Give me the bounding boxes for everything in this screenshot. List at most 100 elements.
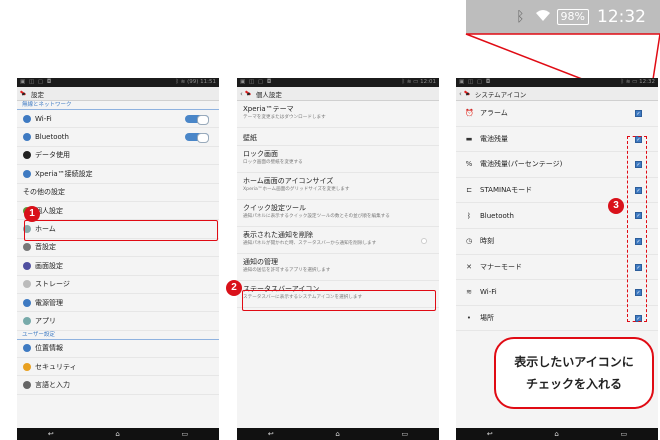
settings-item[interactable]: アプリ [17, 312, 219, 331]
item-subtitle: 通知の送信を許可するアプリを選択します [243, 268, 331, 273]
battery-icon: ▬ [465, 134, 473, 143]
step-badge-1: 1 [24, 206, 40, 222]
page-title: 個人設定 [255, 90, 282, 99]
item-title: クイック設定ツール [243, 204, 306, 212]
step-badge-2: 2 [226, 280, 242, 296]
system-icon-label: 電池残量(パーセンテージ) [480, 160, 563, 169]
personalize-item[interactable]: Xperia™テーマテーマを変更またはダウンロードします [237, 101, 439, 128]
settings-item[interactable]: データ使用 [17, 147, 219, 166]
system-icon-label: Bluetooth [480, 211, 514, 220]
callout-line-1: 表示したいアイコンに [514, 355, 634, 369]
settings-list: 無線とネットワーク Wi-Fi ON Bluetooth ON データ使用 Xperia™接… [17, 101, 219, 395]
system-icon-item[interactable]: ⏰ アラーム ✓ [456, 101, 658, 127]
data-usage-icon [23, 151, 31, 160]
recents-icon[interactable]: ▭ [621, 430, 628, 438]
bluetooth-icon [23, 133, 31, 142]
display-icon [23, 261, 31, 270]
system-icon-label: マナーモード [480, 262, 522, 271]
settings-logo-icon [245, 90, 253, 97]
settings-item[interactable]: セキュリティ [17, 358, 219, 377]
personalize-screen: ▣ ◫ ▢ ◘ ᛒ ≋ ▭ 12:01 ‹ 個人設定 Xperia™テーマ テーマ… [237, 78, 439, 440]
settings-item[interactable]: 個人設定 [17, 202, 219, 221]
settings-item-label: データ使用 [35, 151, 70, 160]
status-bar: ▣ ◫ ▢ ◘ ᛒ ≋ (99) 11:51 [17, 78, 219, 87]
highlight-statusbar-icons [242, 290, 436, 311]
highlight-checkboxes [627, 136, 647, 322]
sound-icon [23, 243, 31, 252]
item-title: 壁紙 [243, 134, 257, 142]
checkbox-checked[interactable]: ✓ [635, 110, 642, 117]
settings-logo-icon [20, 90, 28, 97]
system-icon-label: Wi-Fi [480, 288, 497, 297]
item-subtitle: テーマを変更またはダウンロードします [243, 115, 326, 120]
settings-item-label: Xperia™接続設定 [35, 169, 93, 178]
home-icon[interactable]: ⌂ [554, 430, 558, 438]
settings-item[interactable]: Bluetooth ON [17, 128, 219, 147]
settings-item-label: 音設定 [35, 243, 56, 252]
settings-item[interactable]: 電源管理 [17, 294, 219, 313]
personalize-item[interactable]: クイック設定ツール 通知パネルに表示するクイック設定ツールの数とその並び順を編集す… [237, 200, 439, 227]
step-badge-3: 3 [608, 198, 624, 214]
navigation-bar: ↩ ⌂ ▭ [456, 428, 658, 440]
toggle-switch[interactable]: ON [185, 115, 209, 125]
settings-item[interactable]: 画面設定 [17, 257, 219, 276]
back-icon[interactable]: ↩ [487, 430, 493, 438]
back-icon[interactable]: ↩ [48, 430, 54, 438]
storage-icon [23, 280, 31, 289]
item-subtitle: Xperia™ホーム画面のグリッドサイズを変更します [243, 187, 350, 192]
system-icon-label: STAMINAモード [480, 186, 533, 195]
item-title: Xperia™テーマ [243, 105, 294, 113]
recents-icon[interactable]: ▭ [182, 430, 189, 438]
stamina-icon: ⊏ [466, 186, 472, 195]
settings-item-label: Bluetooth [35, 133, 69, 142]
settings-screen: ▣ ◫ ▢ ◘ ᛒ ≋ (99) 11:51 設定 無線とネットワーク Wi-Fi… [17, 78, 219, 440]
settings-item-label: セキュリティ [35, 362, 77, 371]
action-bar: ‹ システムアイコン [456, 87, 658, 101]
section-header: 無線とネットワーク [17, 101, 219, 110]
system-icon-label: 場所 [480, 314, 494, 323]
recents-icon[interactable]: ▭ [402, 430, 409, 438]
home-icon[interactable]: ⌂ [115, 430, 119, 438]
personalize-item[interactable]: 表示された通知を削除通知パネルが開かれた時、ステータスバーから通知を削除します [237, 227, 439, 254]
page-title: 設定 [31, 90, 44, 99]
item-title: 表示された通知を削除 [243, 231, 313, 239]
callout-line-2: チェックを入れる [525, 377, 622, 391]
action-bar: 設定 [17, 87, 219, 101]
settings-item[interactable]: その他の設定 [17, 184, 219, 202]
settings-item-label: アプリ [35, 316, 56, 325]
settings-item[interactable]: ストレージ [17, 276, 219, 294]
settings-item[interactable]: 言語と入力 [17, 376, 219, 395]
back-icon[interactable]: ↩ [268, 430, 274, 438]
percent-icon: % [465, 160, 473, 169]
clock-icon: ◷ [465, 237, 473, 246]
item-title: ホーム画面のアイコンサイズ [243, 177, 334, 185]
back-arrow-icon[interactable]: ‹ [459, 90, 462, 98]
settings-item[interactable]: Xperia™接続設定 [17, 165, 219, 184]
alarm-icon: ⏰ [465, 109, 474, 118]
settings-item-label: 電源管理 [35, 298, 63, 307]
page-title: システムアイコン [474, 90, 527, 99]
tutorial-figure: ᛒ 98% 12:32 ▣ ◫ ▢ ◘ ᛒ ≋ (99) 11:51 設定 無線… [0, 0, 660, 440]
item-title: ロック画面 [243, 150, 278, 158]
personalize-list: Xperia™テーマテーマを変更またはダウンロードします 壁紙ロック画面 ロック画面… [237, 101, 439, 308]
personalize-item[interactable]: ロック画面 ロック画面の壁紙を変更する [237, 146, 439, 173]
system-icon-label: 時刻 [480, 237, 494, 246]
bluetooth-icon: ᛒ [466, 211, 472, 220]
personalize-item[interactable]: 壁紙 [237, 128, 439, 146]
option-toggle[interactable] [421, 238, 427, 244]
system-icon-label: 電池残量 [480, 134, 508, 143]
personalize-item[interactable]: ホーム画面のアイコンサイズ Xperia™ホーム画面のグリッドサイズを変更します [237, 173, 439, 200]
toggle-switch[interactable]: ON [185, 133, 209, 144]
back-arrow-icon[interactable]: ‹ [240, 90, 243, 98]
callout-bubble: 表示したいアイコンに チェックを入れる [494, 337, 654, 409]
settings-item[interactable]: Wi-Fi ON [17, 110, 219, 129]
manner-icon: ✕ [466, 262, 472, 271]
section-header: ユーザー設定 [17, 331, 219, 340]
settings-item[interactable]: 音設定 [17, 239, 219, 258]
settings-item-label: 言語と入力 [35, 381, 70, 390]
home-icon[interactable]: ⌂ [335, 430, 339, 438]
item-subtitle: 通知パネルが開かれた時、ステータスバーから通知を削除します [243, 241, 377, 246]
personalize-item[interactable]: 通知の管理 通知の送信を許可するアプリを選択します [237, 254, 439, 281]
navigation-bar: ↩ ⌂ ▭ [237, 428, 439, 440]
settings-item[interactable]: 位置情報 [17, 340, 219, 359]
